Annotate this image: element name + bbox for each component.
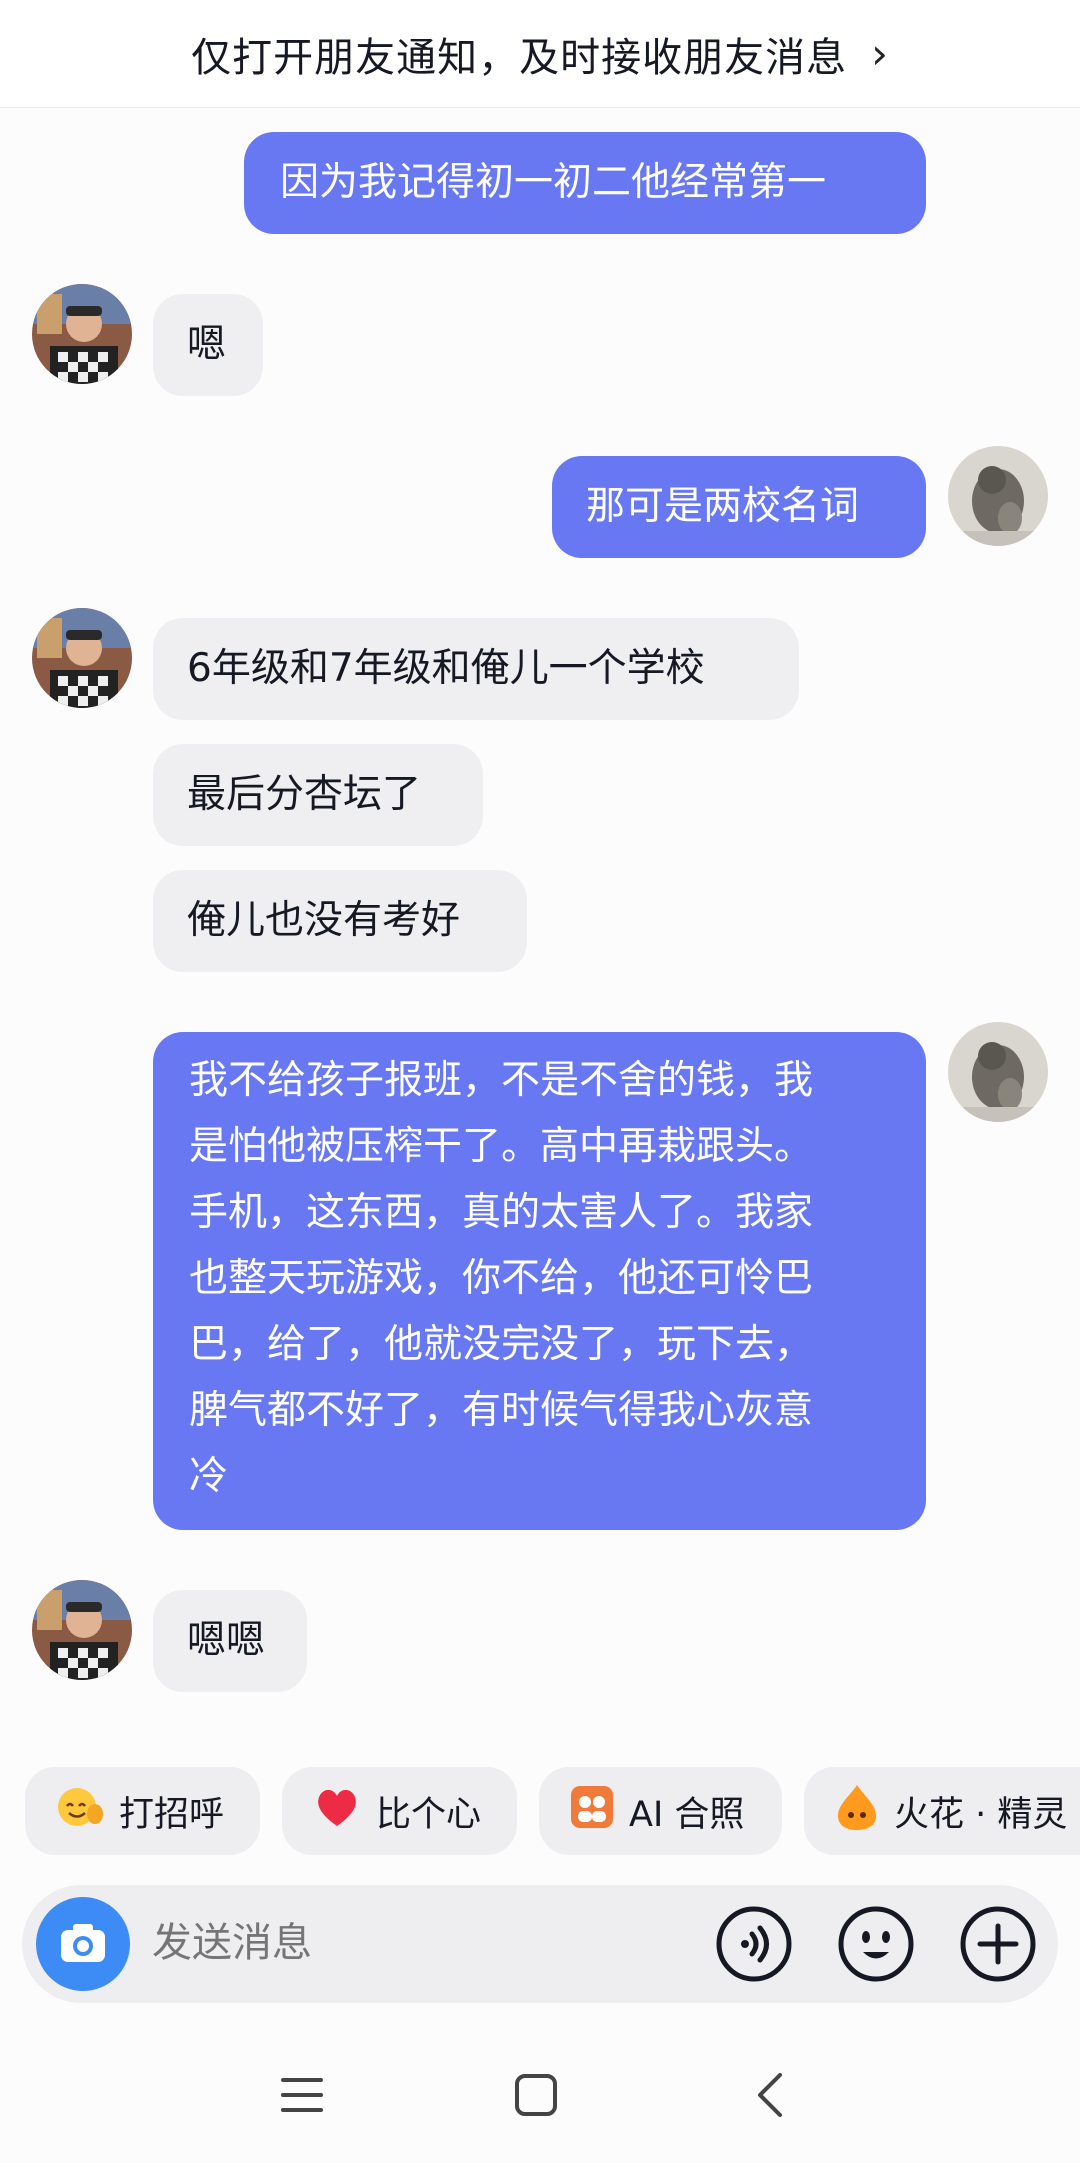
- friend-avatar[interactable]: [32, 608, 132, 708]
- chat-screen: 仅打开朋友通知，及时接收朋友消息 › 因为我记得初一初二他经常第一 嗯 那可是两: [0, 0, 1080, 2163]
- message-text: 俺儿也没有考好: [187, 898, 461, 943]
- incoming-message[interactable]: 嗯嗯: [153, 1590, 307, 1692]
- my-avatar[interactable]: [948, 1022, 1048, 1122]
- nav-back-button[interactable]: [730, 2055, 810, 2135]
- message-line: 手机，这东西，真的太害人了。我家: [189, 1190, 814, 1235]
- message-text: 嗯: [187, 322, 227, 367]
- banner-text: 仅打开朋友通知，及时接收朋友消息: [191, 34, 848, 81]
- spark-sprite-icon: [834, 1782, 880, 1841]
- camera-icon: [61, 1924, 105, 1962]
- red-heart-icon: [312, 1782, 362, 1841]
- voice-wave-icon: [716, 1906, 792, 1982]
- chevron-right-icon: ›: [871, 29, 889, 78]
- camera-button[interactable]: [36, 1897, 130, 1991]
- message-line: 巴，给了，他就没完没了，玩下去，: [189, 1322, 814, 1367]
- chip-greet[interactable]: 打招呼: [25, 1767, 260, 1855]
- ai-photo-icon: [569, 1784, 615, 1839]
- outgoing-message[interactable]: 因为我记得初一初二他经常第一: [244, 132, 926, 234]
- outgoing-message[interactable]: 我不给孩子报班，不是不舍的钱，我 是怕他被压榨干了。高中再栽跟头。 手机，这东西…: [153, 1032, 926, 1530]
- friend-avatar[interactable]: [32, 284, 132, 384]
- square-home-icon: [515, 2074, 557, 2116]
- smiley-icon: [838, 1906, 914, 1982]
- waving-emoji-icon: [55, 1782, 105, 1841]
- message-text: 那可是两校名词: [586, 484, 860, 529]
- incoming-message[interactable]: 最后分杏坛了: [153, 744, 483, 846]
- incoming-message[interactable]: 俺儿也没有考好: [153, 870, 527, 972]
- chip-label: AI 合照: [629, 1794, 745, 1835]
- chip-label: 火花 · 精灵: [894, 1794, 1068, 1835]
- chip-label: 比个心: [376, 1794, 482, 1835]
- my-avatar[interactable]: [948, 446, 1048, 546]
- chip-label: 打招呼: [119, 1794, 225, 1835]
- emoji-button[interactable]: [836, 1904, 916, 1984]
- nav-home-button[interactable]: [496, 2055, 576, 2135]
- voice-button[interactable]: [714, 1904, 794, 1984]
- friend-notification-banner[interactable]: 仅打开朋友通知，及时接收朋友消息 ›: [0, 0, 1080, 108]
- message-input[interactable]: [152, 1915, 692, 1971]
- outgoing-message[interactable]: 那可是两校名词: [552, 456, 926, 558]
- message-text: 6年级和7年级和俺儿一个学校: [187, 646, 705, 691]
- incoming-message[interactable]: 6年级和7年级和俺儿一个学校: [153, 618, 799, 720]
- message-input-bar: [22, 1885, 1058, 2003]
- message-line: 冷: [189, 1454, 229, 1499]
- more-button[interactable]: [958, 1904, 1038, 1984]
- message-line: 是怕他被压榨干了。高中再栽跟头。: [189, 1124, 814, 1169]
- back-chevron-icon: [758, 2073, 782, 2117]
- chip-ai-photo[interactable]: AI 合照: [539, 1767, 782, 1855]
- message-text: 最后分杏坛了: [187, 772, 422, 817]
- message-line: 脾气都不好了，有时候气得我心灰意: [189, 1388, 814, 1433]
- incoming-message[interactable]: 嗯: [153, 294, 263, 396]
- plus-icon: [960, 1906, 1036, 1982]
- chip-spark-sprite[interactable]: 火花 · 精灵: [804, 1767, 1080, 1855]
- message-line: 我不给孩子报班，不是不舍的钱，我: [189, 1058, 814, 1103]
- message-text: 因为我记得初一初二他经常第一: [280, 160, 827, 205]
- menu-icon: [281, 2078, 323, 2112]
- message-line: 也整天玩游戏，你不给，他还可怜巴: [189, 1256, 814, 1301]
- nav-menu-button[interactable]: [262, 2055, 342, 2135]
- chip-heart[interactable]: 比个心: [282, 1767, 517, 1855]
- friend-avatar[interactable]: [32, 1580, 132, 1680]
- message-text: 嗯嗯: [187, 1618, 266, 1663]
